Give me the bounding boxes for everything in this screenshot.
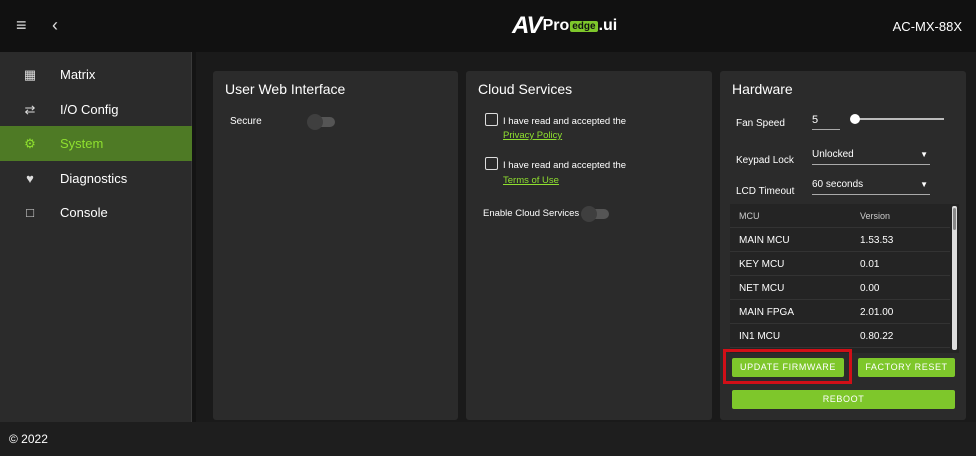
footer: © 2022 [0, 422, 976, 456]
mcu-version: 2.01.00 [860, 307, 894, 318]
privacy-text: I have read and accepted the [503, 116, 627, 127]
mcu-version: 0.01 [860, 259, 880, 270]
main-content: User Web Interface Secure Cloud Services… [196, 52, 976, 422]
hamburger-menu-icon[interactable]: ≡ [16, 15, 32, 35]
secure-label: Secure [230, 116, 262, 127]
lcd-timeout-value: 60 seconds [812, 179, 864, 190]
terms-text: I have read and accepted the [503, 160, 627, 171]
dropdown-arrow-icon: ▼ [920, 150, 928, 159]
column-header-version: Version [860, 211, 891, 221]
fan-speed-label: Fan Speed [736, 118, 785, 129]
lcd-timeout-label: LCD Timeout [736, 186, 795, 197]
logo-pro: Pro [542, 17, 570, 34]
swap-icon: ⇄ [24, 101, 36, 117]
mcu-version: 0.80.22 [860, 331, 894, 342]
factory-reset-button[interactable]: FACTORY RESET [858, 358, 955, 377]
lcd-timeout-select[interactable]: 60 seconds ▼ [812, 179, 930, 195]
column-header-mcu: MCU [739, 211, 760, 221]
table-row: MAIN FPGA 2.01.00 [730, 300, 950, 324]
terminal-icon: □ [26, 205, 34, 220]
update-firmware-button[interactable]: UPDATE FIRMWARE [732, 358, 844, 377]
mcu-name: MAIN FPGA [739, 307, 795, 318]
brand-logo: AV Pro edge .ui [512, 12, 617, 40]
heartbeat-icon: ♥ [26, 171, 34, 186]
device-model: AC-MX-88X [892, 19, 962, 34]
terms-checkbox[interactable] [485, 157, 498, 170]
privacy-checkbox[interactable] [485, 113, 498, 126]
table-row: KEY MCU 0.01 [730, 252, 950, 276]
table-row: NET MCU 0.00 [730, 276, 950, 300]
grid-icon: ▦ [23, 66, 37, 82]
terms-of-use-link[interactable]: Terms of Use [503, 175, 559, 186]
mcu-version: 0.00 [860, 283, 880, 294]
sidebar-item-label: Matrix [60, 67, 96, 82]
mcu-name: KEY MCU [739, 259, 785, 270]
mcu-version: 1.53.53 [860, 235, 894, 246]
keypad-lock-value: Unlocked [812, 149, 854, 160]
enable-cloud-label: Enable Cloud Services [483, 208, 580, 219]
back-chevron-icon[interactable]: ‹ [52, 15, 58, 35]
sidebar-item-io-config[interactable]: ⇄ I/O Config [0, 92, 192, 127]
top-bar: ≡ ‹ AV Pro edge .ui AC-MX-88X [0, 0, 976, 52]
sidebar: ▦ Matrix ⇄ I/O Config ⚙ System ♥ Diagnos… [0, 52, 192, 422]
panel-title: Cloud Services [478, 81, 573, 97]
cloud-services-panel: Cloud Services I have read and accepted … [466, 71, 712, 420]
dropdown-arrow-icon: ▼ [920, 180, 928, 189]
mcu-name: NET MCU [739, 283, 785, 294]
logo-av: AV [512, 12, 543, 39]
sidebar-item-system[interactable]: ⚙ System [0, 126, 192, 161]
fan-speed-value[interactable]: 5 [812, 114, 840, 130]
sidebar-item-label: I/O Config [60, 102, 119, 117]
panel-title: User Web Interface [225, 81, 346, 97]
secure-toggle[interactable] [307, 114, 335, 130]
keypad-lock-select[interactable]: Unlocked ▼ [812, 149, 930, 165]
table-row: IN1 MCU 0.80.22 [730, 324, 950, 348]
reboot-button[interactable]: REBOOT [732, 390, 955, 409]
fan-speed-slider-knob[interactable] [850, 114, 860, 124]
hardware-panel: Hardware Fan Speed 5 Keypad Lock Unlocke… [720, 71, 966, 420]
table-row: MAIN MCU 1.53.53 [730, 228, 950, 252]
gear-icon: ⚙ [24, 135, 36, 151]
sidebar-item-diagnostics[interactable]: ♥ Diagnostics [0, 161, 192, 196]
logo-edge: edge [570, 20, 598, 32]
privacy-policy-link[interactable]: Privacy Policy [503, 130, 562, 141]
table-scrollbar[interactable] [952, 206, 957, 350]
logo-ui: .ui [598, 17, 618, 34]
enable-cloud-toggle[interactable] [581, 206, 609, 222]
mcu-name: IN1 MCU [739, 331, 781, 342]
fan-speed-slider[interactable] [856, 118, 944, 120]
mcu-version-table: MCU Version MAIN MCU 1.53.53 KEY MCU 0.0… [730, 204, 959, 353]
sidebar-item-console[interactable]: □ Console [0, 195, 192, 230]
sidebar-item-label: Diagnostics [60, 171, 128, 186]
sidebar-item-label: System [60, 136, 104, 151]
sidebar-item-matrix[interactable]: ▦ Matrix [0, 57, 192, 92]
keypad-lock-label: Keypad Lock [736, 155, 794, 166]
user-web-interface-panel: User Web Interface Secure [213, 71, 458, 420]
panel-title: Hardware [732, 81, 793, 97]
mcu-name: MAIN MCU [739, 235, 790, 246]
sidebar-item-label: Console [60, 205, 108, 220]
table-header-row: MCU Version [730, 204, 950, 228]
copyright-text: © 2022 [9, 432, 48, 446]
